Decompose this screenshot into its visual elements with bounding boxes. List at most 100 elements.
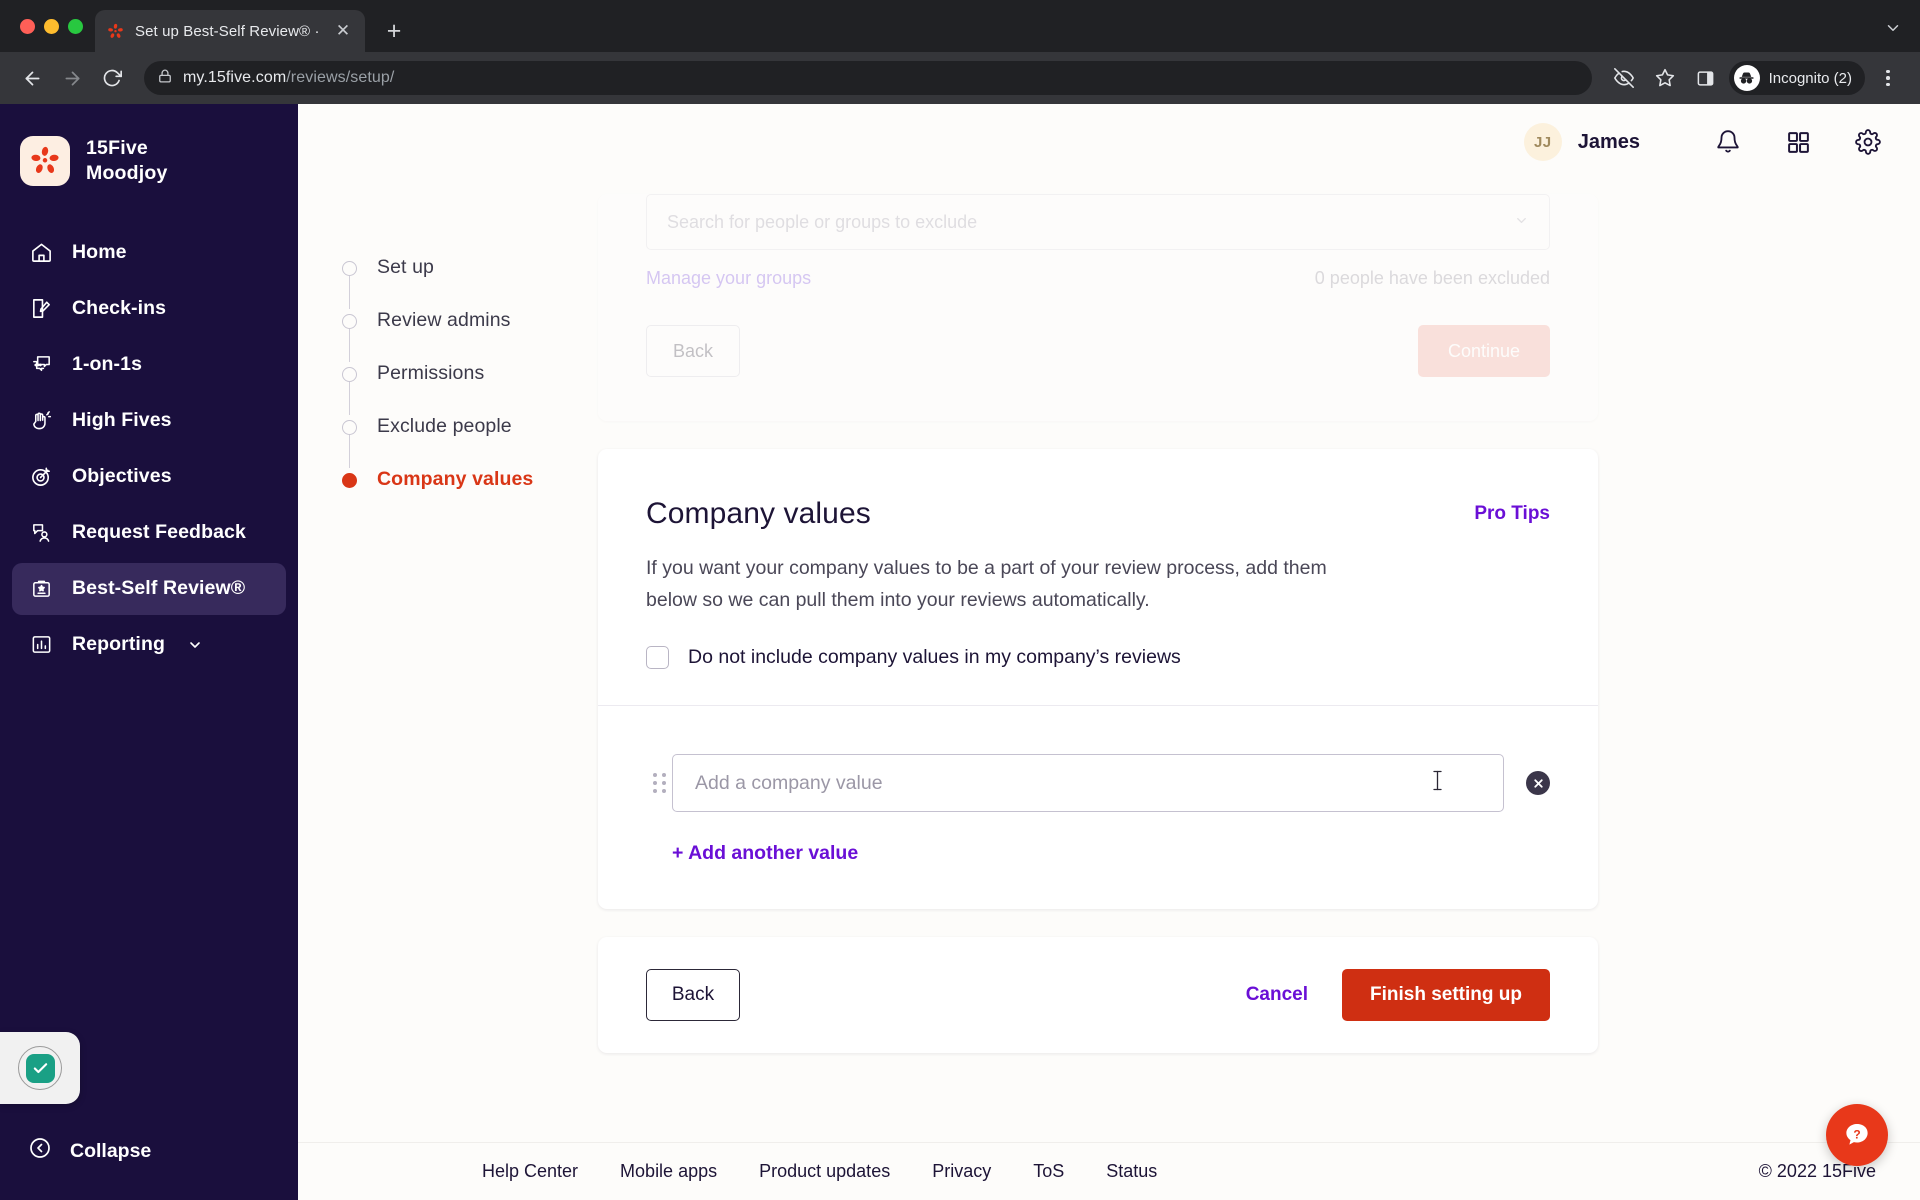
collapse-sidebar-button[interactable]: Collapse — [20, 1130, 159, 1172]
eye-slash-icon[interactable] — [1606, 60, 1642, 96]
footer-link-help-center[interactable]: Help Center — [482, 1161, 578, 1182]
stepper-connector — [349, 276, 351, 309]
browser-toolbar: my.15five.com/reviews/setup/ Incognito (… — [0, 52, 1920, 104]
sidebar-item-label: High Fives — [72, 409, 172, 432]
stepper-dot — [342, 367, 357, 382]
stepper-step-company-values[interactable]: Company values — [342, 468, 598, 521]
pro-tips-link[interactable]: Pro Tips — [1474, 503, 1550, 525]
chevron-down-icon[interactable] — [1514, 212, 1529, 233]
bell-icon[interactable] — [1708, 122, 1748, 162]
chevron-down-icon[interactable] — [1884, 19, 1902, 42]
finish-setting-up-button[interactable]: Finish setting up — [1342, 969, 1550, 1022]
new-tab-button[interactable]: + — [377, 14, 411, 48]
avatar: JJ — [1523, 123, 1562, 161]
company-values-header: Company values Pro Tips If you want your… — [598, 449, 1598, 705]
incognito-profile-button[interactable]: Incognito (2) — [1728, 61, 1865, 95]
sidebar-item-label: Check-ins — [72, 297, 167, 320]
url-host: my.15five.com — [183, 69, 287, 86]
minimize-window-button[interactable] — [44, 18, 59, 34]
kebab-menu-icon[interactable] — [1870, 60, 1906, 96]
footer-link-privacy[interactable]: Privacy — [932, 1161, 991, 1182]
chevron-left-circle-icon — [28, 1136, 52, 1166]
delete-circle-icon[interactable] — [1526, 771, 1550, 796]
footer-link-status[interactable]: Status — [1106, 1161, 1157, 1182]
sidebar-item-1-on-1s[interactable]: 1-on-1s — [12, 339, 286, 391]
stepper-connector — [349, 435, 351, 468]
user-menu[interactable]: JJ James — [1523, 123, 1640, 161]
browser-window: Set up Best-Self Review® · 15F ✕ + my.15… — [0, 0, 1920, 1200]
15five-logo-icon — [20, 136, 70, 187]
arrow-right-icon[interactable] — [54, 60, 90, 96]
grid-apps-icon[interactable] — [1778, 122, 1818, 162]
manage-groups-link[interactable]: Manage your groups — [646, 268, 811, 289]
stepper-dot-active — [342, 473, 357, 488]
sidebar-item-home[interactable]: Home — [12, 227, 286, 279]
exclude-values-checkbox-row[interactable]: Do not include company values in my comp… — [646, 646, 1550, 670]
continue-button[interactable]: Continue — [1418, 325, 1550, 377]
close-window-button[interactable] — [20, 18, 35, 34]
gear-icon[interactable] — [1848, 122, 1888, 162]
close-icon[interactable]: ✕ — [332, 20, 354, 42]
exclude-meta-row: Manage your groups 0 people have been ex… — [646, 268, 1550, 289]
exclude-actions: Back Continue — [646, 325, 1550, 377]
footer-link-product-updates[interactable]: Product updates — [759, 1161, 890, 1182]
exclude-search-input[interactable]: Search for people or groups to exclude — [646, 194, 1550, 250]
back-button[interactable]: Back — [646, 969, 740, 1022]
sidebar-item-label: Home — [72, 241, 127, 264]
stepper-step-permissions[interactable]: Permissions — [342, 362, 598, 415]
company-values-card: Company values Pro Tips If you want your… — [598, 449, 1598, 910]
sidebar-nav: Home Check-ins 1-on-1s High Fives Object… — [0, 227, 298, 671]
arrow-left-icon[interactable] — [14, 60, 50, 96]
main-area: JJ James Set up Review admins Permission… — [298, 104, 1920, 1200]
help-question-icon[interactable]: ? — [1826, 1104, 1888, 1166]
back-button[interactable]: Back — [646, 325, 740, 377]
lock-icon — [158, 69, 172, 88]
company-value-input[interactable]: Add a company value — [672, 754, 1504, 813]
company-values-description: If you want your company values to be a … — [646, 557, 1327, 611]
stepper-step-review-admins[interactable]: Review admins — [342, 309, 598, 362]
sidebar-item-objectives[interactable]: Objectives — [12, 451, 286, 503]
side-panel-icon[interactable] — [1688, 60, 1724, 96]
primary-actions: Cancel Finish setting up — [1246, 969, 1550, 1022]
sidebar-item-label: Best-Self Review® — [72, 577, 246, 600]
sidebar-item-best-self-review[interactable]: Best-Self Review® — [12, 562, 286, 615]
footer-link-tos[interactable]: ToS — [1033, 1161, 1064, 1182]
brand-block[interactable]: 15Five Moodjoy — [0, 104, 298, 187]
cancel-button[interactable]: Cancel — [1246, 984, 1308, 1006]
footer-link-mobile-apps[interactable]: Mobile apps — [620, 1161, 717, 1182]
green-check-widget-icon[interactable] — [0, 1032, 80, 1104]
company-values-list: Add a company value + Add another value — [598, 706, 1598, 909]
drag-handle-icon[interactable] — [646, 773, 672, 794]
incognito-label: Incognito (2) — [1768, 69, 1852, 87]
browser-tab[interactable]: Set up Best-Self Review® · 15F ✕ — [95, 10, 365, 52]
page-title: Company values — [646, 497, 871, 530]
checkmark-badge — [25, 1053, 55, 1083]
sidebar-item-label: Reporting — [72, 633, 165, 656]
window-traffic-lights — [14, 0, 95, 52]
setup-actions-bar: Back Cancel Finish setting up — [598, 937, 1598, 1054]
exclude-values-checkbox[interactable] — [646, 646, 669, 670]
add-another-value-link[interactable]: + Add another value — [672, 842, 1550, 865]
sidebar-item-check-ins[interactable]: Check-ins — [12, 283, 286, 335]
toolbar-right-group: Incognito (2) — [1606, 60, 1906, 96]
sidebar-item-high-fives[interactable]: High Fives — [12, 395, 286, 447]
sidebar-item-reporting[interactable]: Reporting — [12, 619, 286, 671]
company-value-row: Add a company value — [646, 754, 1550, 813]
address-bar[interactable]: my.15five.com/reviews/setup/ — [144, 61, 1592, 95]
star-icon[interactable] — [1647, 60, 1683, 96]
brand-name: 15Five Moodjoy — [86, 136, 168, 187]
sidebar-item-request-feedback[interactable]: Request Feedback — [12, 507, 286, 559]
chat-bubbles-icon — [28, 352, 54, 378]
sidebar-item-label: 1-on-1s — [72, 353, 143, 376]
brand-line-2: Moodjoy — [86, 162, 168, 185]
chevron-down-icon[interactable] — [187, 637, 203, 653]
stepper-step-exclude-people[interactable]: Exclude people — [342, 415, 598, 468]
maximize-window-button[interactable] — [68, 18, 83, 34]
stepper-dot — [342, 420, 357, 435]
15five-logo-icon — [106, 22, 125, 41]
reload-icon[interactable] — [94, 60, 130, 96]
stepper-step-set-up[interactable]: Set up — [342, 256, 598, 309]
svg-text:?: ? — [1853, 1127, 1860, 1141]
target-icon — [28, 464, 54, 490]
widget-ring — [18, 1046, 62, 1090]
